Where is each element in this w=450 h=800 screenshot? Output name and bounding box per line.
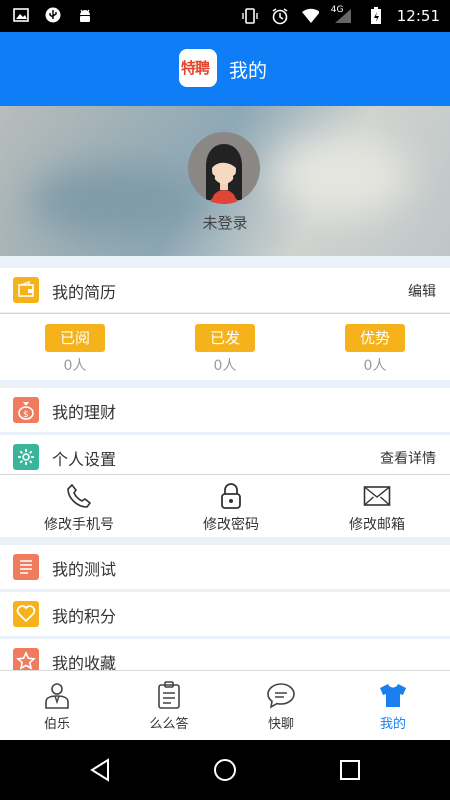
section-gap xyxy=(0,380,450,388)
vibrate-icon xyxy=(241,7,259,25)
image-icon xyxy=(12,6,30,24)
change-phone-label: 修改手机号 xyxy=(44,517,114,533)
bottom-tab-bar: 伯乐 么么答 快聊 我的 xyxy=(0,670,450,741)
page-title: 我的 xyxy=(229,60,268,82)
signal-icon: 4G xyxy=(330,5,355,25)
android-icon xyxy=(76,6,94,24)
app-logo: 特聘 xyxy=(179,49,217,87)
usb-icon xyxy=(44,6,62,24)
home-icon[interactable] xyxy=(213,758,237,782)
change-password-label: 修改密码 xyxy=(203,517,259,533)
login-status[interactable]: 未登录 xyxy=(0,212,450,233)
network-type-label: 4G xyxy=(330,5,344,15)
tab-quick-chat[interactable]: 快聊 xyxy=(236,679,326,732)
stat-advantage-count: 0人 xyxy=(363,358,387,374)
stat-advantage[interactable]: 优势 0人 xyxy=(345,324,405,375)
app-header: 特聘 我的 xyxy=(0,32,450,106)
tab-label: 么么答 xyxy=(149,717,189,732)
avatar[interactable] xyxy=(188,132,260,204)
battery-icon xyxy=(367,7,385,25)
profile-banner: 未登录 xyxy=(0,106,450,256)
svg-text:$: $ xyxy=(23,410,29,420)
section-gap xyxy=(0,256,450,268)
resume-stats: 已阅 0人 已发 0人 优势 0人 xyxy=(0,314,450,380)
tab-label: 伯乐 xyxy=(43,717,70,732)
resume-row[interactable]: 我的简历 编辑 xyxy=(0,268,450,312)
heart-icon xyxy=(13,601,39,627)
stat-sent[interactable]: 已发 0人 xyxy=(195,324,255,375)
gear-icon xyxy=(13,444,39,470)
document-icon xyxy=(13,554,39,580)
stat-sent-count: 0人 xyxy=(213,358,237,374)
shirt-icon xyxy=(348,679,438,711)
clipboard-icon xyxy=(124,679,214,711)
stat-sent-badge: 已发 xyxy=(195,324,255,352)
test-label: 我的测试 xyxy=(52,560,117,579)
phone-icon xyxy=(24,481,134,511)
finance-label: 我的理财 xyxy=(52,403,117,422)
tab-label: 快聊 xyxy=(267,717,294,732)
stat-advantage-badge: 优势 xyxy=(345,324,405,352)
finance-row[interactable]: $ 我的理财 xyxy=(0,388,450,432)
view-details-link[interactable]: 查看详情 xyxy=(380,448,436,468)
edit-resume-link[interactable]: 编辑 xyxy=(408,281,436,301)
points-row[interactable]: 我的积分 xyxy=(0,592,450,636)
recents-icon[interactable] xyxy=(338,758,362,782)
resume-label: 我的简历 xyxy=(52,283,117,302)
clock: 12:51 xyxy=(396,7,440,25)
tab-bole[interactable]: 伯乐 xyxy=(12,679,102,732)
stat-read-badge: 已阅 xyxy=(45,324,105,352)
person-icon xyxy=(12,679,102,711)
system-nav-bar xyxy=(0,740,450,800)
money-bag-icon: $ xyxy=(13,397,39,423)
settings-actions: 修改手机号 修改密码 修改邮箱 xyxy=(0,475,450,537)
tab-mine[interactable]: 我的 xyxy=(348,679,438,732)
chat-icon xyxy=(236,679,326,711)
settings-label: 个人设置 xyxy=(52,450,117,469)
settings-row[interactable]: 个人设置 查看详情 xyxy=(0,435,450,479)
test-row[interactable]: 我的测试 xyxy=(0,545,450,589)
alarm-icon xyxy=(271,7,289,25)
tab-memeda[interactable]: 么么答 xyxy=(124,679,214,732)
tab-label: 我的 xyxy=(379,717,406,732)
change-email-button[interactable]: 修改邮箱 xyxy=(322,481,432,534)
section-gap xyxy=(0,537,450,545)
wifi-icon xyxy=(301,7,319,25)
back-icon[interactable] xyxy=(88,758,112,782)
stat-read[interactable]: 已阅 0人 xyxy=(45,324,105,375)
change-email-label: 修改邮箱 xyxy=(349,517,405,533)
wallet-icon xyxy=(13,277,39,303)
status-bar: 4G 12:51 xyxy=(0,0,450,32)
change-password-button[interactable]: 修改密码 xyxy=(176,481,286,534)
mail-icon xyxy=(322,481,432,511)
lock-icon xyxy=(176,481,286,511)
stat-read-count: 0人 xyxy=(63,358,87,374)
change-phone-button[interactable]: 修改手机号 xyxy=(24,481,134,534)
points-label: 我的积分 xyxy=(52,607,117,626)
